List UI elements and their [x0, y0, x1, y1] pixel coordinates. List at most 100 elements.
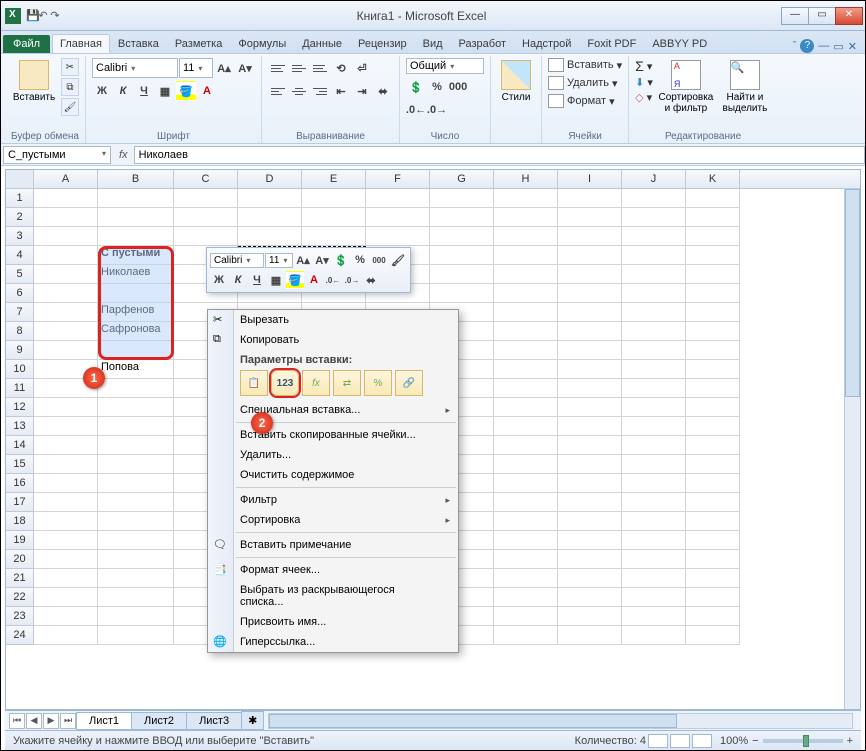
cell[interactable]	[34, 550, 98, 569]
mdi-restore-icon[interactable]: ▭	[833, 40, 843, 53]
cell[interactable]	[558, 455, 622, 474]
cell[interactable]: С пустыми	[98, 246, 174, 265]
cell[interactable]	[494, 208, 558, 227]
cells-format-button[interactable]: Формат ▾	[548, 94, 615, 108]
mini-fill-button[interactable]: 🪣	[286, 271, 304, 289]
cell[interactable]	[558, 474, 622, 493]
cell[interactable]	[558, 626, 622, 645]
cell[interactable]	[494, 284, 558, 303]
cell[interactable]	[494, 265, 558, 284]
row-header[interactable]: 5	[6, 265, 34, 284]
clear-button[interactable]: ◇ ▾	[635, 91, 653, 104]
cell[interactable]	[302, 227, 366, 246]
cell[interactable]	[558, 607, 622, 626]
underline-button[interactable]: Ч	[134, 81, 154, 101]
cell[interactable]	[34, 322, 98, 341]
cell[interactable]	[430, 265, 494, 284]
cell[interactable]	[494, 588, 558, 607]
cell[interactable]	[686, 550, 740, 569]
cell[interactable]	[622, 417, 686, 436]
cell[interactable]	[174, 208, 238, 227]
cell[interactable]	[494, 303, 558, 322]
paste-formatting-button[interactable]: %	[364, 370, 392, 396]
cell[interactable]	[622, 455, 686, 474]
ctx-cut[interactable]: ✂Вырезать	[208, 310, 458, 330]
cell[interactable]	[238, 189, 302, 208]
cell[interactable]	[494, 493, 558, 512]
mini-underline-button[interactable]: Ч	[248, 271, 266, 289]
cell[interactable]	[558, 531, 622, 550]
mini-shrink-icon[interactable]: A▾	[313, 251, 331, 269]
tab-abbyy[interactable]: ABBYY PD	[644, 34, 715, 53]
cell[interactable]	[622, 493, 686, 512]
cell[interactable]	[622, 626, 686, 645]
ctx-copy[interactable]: ⧉Копировать	[208, 330, 458, 350]
mini-border-button[interactable]: ▦	[267, 271, 285, 289]
align-center-icon[interactable]	[289, 81, 309, 101]
mini-size-combo[interactable]: 11▾	[265, 253, 293, 268]
grow-font-icon[interactable]: A▴	[214, 58, 234, 78]
mini-font-combo[interactable]: Calibri▾	[210, 253, 264, 268]
col-header[interactable]: H	[494, 170, 558, 188]
cell[interactable]	[494, 512, 558, 531]
align-bottom-icon[interactable]	[310, 58, 330, 78]
tab-addins[interactable]: Надстрой	[514, 34, 579, 53]
cell[interactable]	[686, 474, 740, 493]
cell[interactable]	[558, 265, 622, 284]
cell[interactable]	[34, 227, 98, 246]
cut-icon[interactable]: ✂	[61, 58, 79, 76]
fill-button[interactable]: ⬇ ▾	[635, 76, 653, 89]
col-header[interactable]: B	[98, 170, 174, 188]
row-header[interactable]: 16	[6, 474, 34, 493]
cell[interactable]	[494, 398, 558, 417]
sheet-tab[interactable]: Лист3	[186, 712, 242, 730]
row-header[interactable]: 13	[6, 417, 34, 436]
cell[interactable]	[622, 341, 686, 360]
mini-italic-button[interactable]: К	[229, 271, 247, 289]
cell[interactable]	[686, 588, 740, 607]
cell[interactable]	[622, 303, 686, 322]
font-name-combo[interactable]: Calibri▾	[92, 58, 178, 78]
cell[interactable]	[34, 341, 98, 360]
cell[interactable]	[494, 322, 558, 341]
minimize-button[interactable]: —	[781, 7, 809, 25]
row-header[interactable]: 19	[6, 531, 34, 550]
cell[interactable]	[98, 512, 174, 531]
cell[interactable]	[622, 360, 686, 379]
orientation-icon[interactable]: ⟲	[331, 58, 351, 78]
cell[interactable]	[686, 626, 740, 645]
cell[interactable]	[34, 398, 98, 417]
cell[interactable]	[98, 189, 174, 208]
select-all-corner[interactable]	[6, 170, 34, 188]
cell[interactable]	[98, 341, 174, 360]
ctx-clear[interactable]: Очистить содержимое	[208, 465, 458, 485]
cell[interactable]	[174, 189, 238, 208]
cell[interactable]	[98, 436, 174, 455]
col-header[interactable]: J	[622, 170, 686, 188]
cell[interactable]	[430, 227, 494, 246]
row-header[interactable]: 10	[6, 360, 34, 379]
cell[interactable]	[34, 588, 98, 607]
row-header[interactable]: 1	[6, 189, 34, 208]
cell[interactable]	[622, 322, 686, 341]
cell[interactable]	[686, 322, 740, 341]
name-box[interactable]: С_пустыми▾	[3, 146, 111, 164]
cell[interactable]	[494, 227, 558, 246]
cell[interactable]	[98, 398, 174, 417]
cell[interactable]	[494, 341, 558, 360]
sheet-tab[interactable]: Лист2	[131, 712, 187, 730]
cell[interactable]	[34, 531, 98, 550]
cell[interactable]	[494, 569, 558, 588]
row-header[interactable]: 22	[6, 588, 34, 607]
mini-painter-icon[interactable]: 🖌	[389, 251, 407, 269]
mini-fontcolor-button[interactable]: A	[305, 271, 323, 289]
cell[interactable]	[98, 379, 174, 398]
cell[interactable]	[494, 550, 558, 569]
cell[interactable]	[622, 284, 686, 303]
cell[interactable]	[558, 550, 622, 569]
cell[interactable]	[558, 493, 622, 512]
cell[interactable]	[686, 512, 740, 531]
cell[interactable]	[34, 246, 98, 265]
cell[interactable]	[686, 360, 740, 379]
cell[interactable]	[34, 512, 98, 531]
